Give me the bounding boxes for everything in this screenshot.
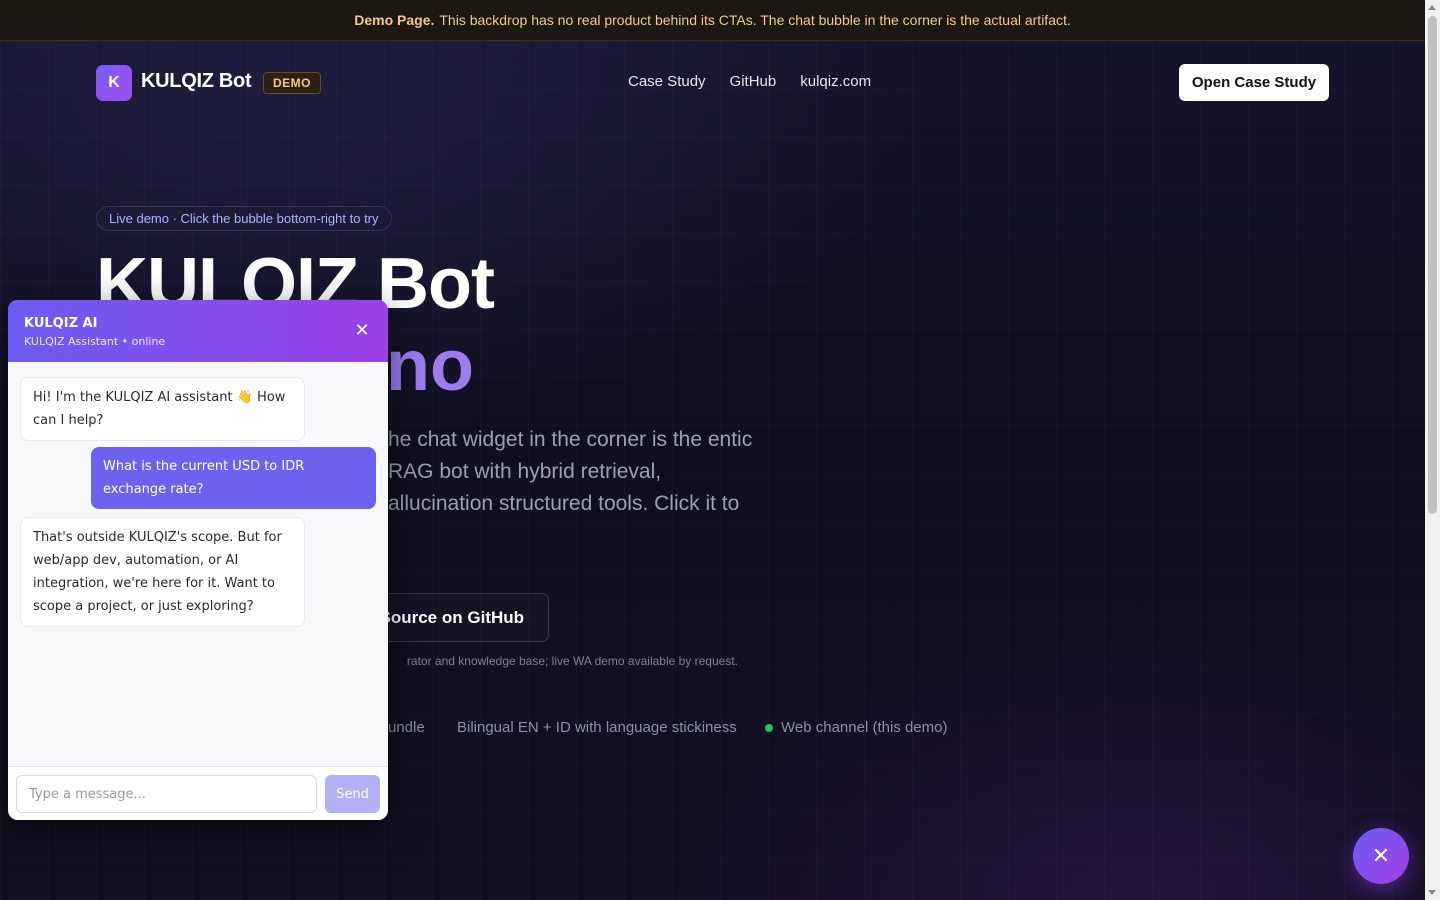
brand-name[interactable]: KULQIZ Bot xyxy=(141,70,252,93)
open-case-study-button[interactable]: Open Case Study xyxy=(1179,64,1329,101)
feature-item: undle xyxy=(388,719,425,736)
banner-strong: Demo Page. xyxy=(354,12,435,28)
chat-message-input[interactable] xyxy=(16,775,317,813)
nav-link-kulqiz[interactable]: kulqiz.com xyxy=(800,73,871,90)
chat-message-bot: Hi! I'm the KULQIZ AI assistant 👋 How ca… xyxy=(20,377,305,441)
demo-badge: DEMO xyxy=(263,72,321,94)
chat-launcher-close-icon[interactable]: ✕ xyxy=(1353,828,1409,884)
send-button[interactable]: Send xyxy=(325,775,380,813)
scroll-thumb[interactable] xyxy=(1428,16,1437,514)
chat-message-user: What is the current USD to IDR exchange … xyxy=(91,447,376,509)
scroll-up-icon[interactable] xyxy=(1428,5,1436,10)
live-demo-pill: Live demo · Click the bubble bottom-righ… xyxy=(96,206,392,231)
nav-link-case-study[interactable]: Case Study xyxy=(628,73,706,90)
banner-text: This backdrop has no real product behind… xyxy=(439,12,1071,28)
chat-message-bot: That's outside KULQIZ's scope. But for w… xyxy=(20,517,305,627)
logo-icon[interactable]: K xyxy=(96,65,132,101)
nav-link-github[interactable]: GitHub xyxy=(730,73,777,90)
scrollbar[interactable] xyxy=(1425,0,1440,900)
online-dot-icon xyxy=(765,724,773,732)
feature-item: Web channel (this demo) xyxy=(781,719,948,736)
feature-item: Bilingual EN + ID with language stickine… xyxy=(457,719,737,736)
hero-title-accent-text: no xyxy=(386,326,474,406)
top-nav: Case Study GitHub kulqiz.com xyxy=(628,73,871,90)
chat-header: KULQIZ AI KULQIZ Assistant • online ✕ xyxy=(8,300,388,362)
scroll-down-icon[interactable] xyxy=(1428,890,1436,895)
chat-title: KULQIZ AI xyxy=(24,316,98,331)
chat-subtitle: KULQIZ Assistant • online xyxy=(24,335,166,348)
chat-footer: Send xyxy=(8,766,388,820)
chat-widget: KULQIZ AI KULQIZ Assistant • online ✕ Hi… xyxy=(8,300,388,820)
demo-banner: Demo Page. This backdrop has no real pro… xyxy=(0,0,1425,41)
close-icon[interactable]: ✕ xyxy=(352,320,372,341)
